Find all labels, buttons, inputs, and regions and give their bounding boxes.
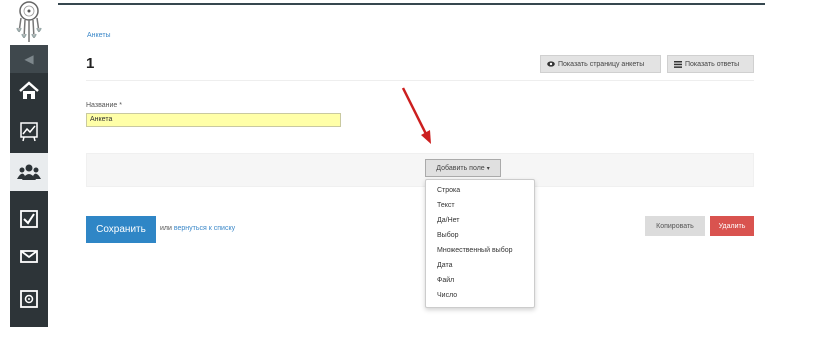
page-title: 1 xyxy=(86,55,95,72)
sidebar-item-safe[interactable] xyxy=(10,280,48,318)
mail-icon xyxy=(20,250,38,263)
show-page-label: Показать страницу анкеты xyxy=(558,60,645,68)
chevron-left-icon: ◀ xyxy=(24,52,34,66)
name-input[interactable]: Анкета xyxy=(86,113,341,127)
sidebar-item-users[interactable] xyxy=(10,153,48,191)
list-icon xyxy=(674,60,682,68)
eye-icon xyxy=(547,61,555,67)
dropdown-item-string[interactable]: Строка xyxy=(426,183,534,198)
show-answers-label: Показать ответы xyxy=(685,60,740,68)
checkbox-icon xyxy=(20,210,38,228)
add-field-button[interactable]: Добавить поле ▾ xyxy=(425,159,501,177)
home-icon xyxy=(19,81,39,99)
sidebar-item-stats[interactable] xyxy=(10,112,48,150)
back-to-list-link[interactable]: вернуться к списку xyxy=(174,225,235,232)
caret-down-icon: ▾ xyxy=(486,165,490,172)
delete-button[interactable]: Удалить xyxy=(710,216,754,236)
dropdown-item-multi-choice[interactable]: Множественный выбор xyxy=(426,243,534,258)
or-label: или xyxy=(160,225,172,232)
save-button[interactable]: Сохранить xyxy=(86,216,156,243)
back-to-list-text: или вернуться к списку xyxy=(160,225,235,232)
dropdown-item-choice[interactable]: Выбор xyxy=(426,228,534,243)
users-icon xyxy=(17,164,41,180)
show-answers-button[interactable]: Показать ответы xyxy=(667,55,754,73)
fields-panel xyxy=(86,153,754,187)
header-divider xyxy=(86,80,754,81)
add-field-label: Добавить поле xyxy=(436,164,485,172)
dropdown-item-number[interactable]: Число xyxy=(426,288,534,303)
sidebar-item-tasks[interactable] xyxy=(10,200,48,238)
dropdown-item-file[interactable]: Файл xyxy=(426,273,534,288)
sidebar-item-home[interactable] xyxy=(10,72,48,110)
breadcrumb-link[interactable]: Анкеты xyxy=(87,32,111,39)
sidebar-collapse-button[interactable]: ◀ xyxy=(10,45,48,73)
name-label: Название * xyxy=(86,102,122,109)
sidebar: ◀ xyxy=(0,0,48,346)
sidebar-item-mail[interactable] xyxy=(10,237,48,275)
dropdown-item-date[interactable]: Дата xyxy=(426,258,534,273)
copy-button[interactable]: Копировать xyxy=(645,216,705,236)
dreamcatcher-logo[interactable] xyxy=(12,0,46,44)
dropdown-item-text[interactable]: Текст xyxy=(426,198,534,213)
show-page-button[interactable]: Показать страницу анкеты xyxy=(540,55,661,73)
annotation-arrow xyxy=(401,87,431,144)
add-field-dropdown: Строка Текст Да/Нет Выбор Множественный … xyxy=(425,179,535,308)
safe-icon xyxy=(20,290,38,308)
dropdown-item-yes-no[interactable]: Да/Нет xyxy=(426,213,534,228)
top-divider xyxy=(58,3,765,5)
chart-icon xyxy=(20,122,38,142)
